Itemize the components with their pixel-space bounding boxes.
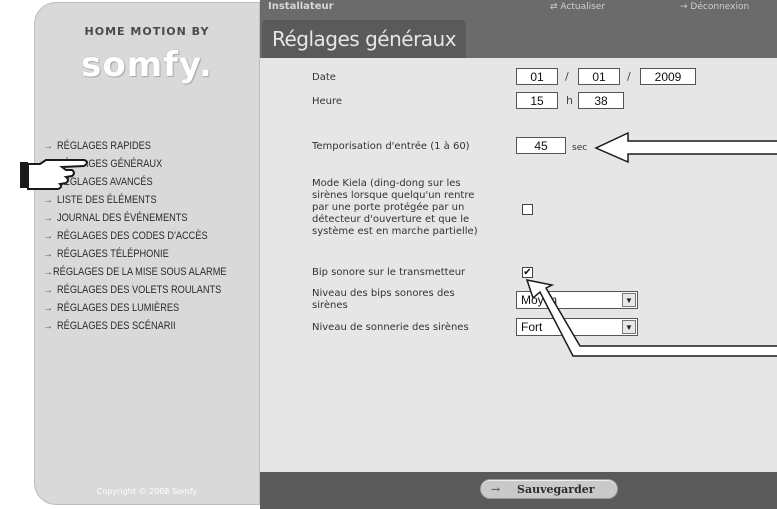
ring-level-select[interactable]: Fort ▼ — [516, 318, 638, 336]
date-label: Date — [312, 72, 336, 83]
brand-tagline: HOME MOTION BY — [84, 25, 210, 38]
menu-item-journal-evenements[interactable]: → JOURNAL DES ÉVÉNEMENTS — [43, 209, 259, 227]
arrow-right-icon: → — [43, 140, 53, 152]
menu-item-lumieres[interactable]: → RÉGLAGES DES LUMIÈRES — [43, 299, 259, 317]
menu-item-label: RÉGLAGES DES CODES D'ACCÈS — [57, 230, 208, 242]
arrow-right-icon: → — [43, 158, 53, 170]
menu-item-label: RÉGLAGES GÉNÉRAUX — [57, 158, 163, 170]
kiela-label-line: système est en marche partielle) — [312, 226, 478, 237]
menu-item-reglages-rapides[interactable]: → RÉGLAGES RAPIDES — [43, 137, 259, 155]
arrow-right-icon: → — [680, 2, 691, 12]
menu-item-scenarii[interactable]: → RÉGLAGES DES SCÉNARII — [43, 317, 259, 335]
kiela-mode-checkbox[interactable] — [522, 204, 533, 215]
menu-item-telephonie[interactable]: → RÉGLAGES TÉLÉPHONIE — [43, 245, 259, 263]
refresh-link[interactable]: ⇄ Actualiser — [550, 2, 605, 12]
entry-delay-unit: sec — [572, 143, 588, 153]
ring-level-label: Niveau de sonnerie des sirènes — [312, 322, 469, 333]
save-button-label: Sauvegarder — [517, 482, 595, 496]
bip-level-value: Moyen — [521, 293, 558, 307]
entry-delay-field[interactable]: 45 — [516, 137, 566, 154]
arrow-right-icon: → — [43, 176, 53, 188]
menu-item-label: LISTE DES ÉLÉMENTS — [57, 194, 157, 206]
bip-level-select[interactable]: Moyen ▼ — [516, 291, 638, 309]
arrow-right-icon: → — [43, 320, 53, 332]
bip-level-label-line: Niveau des bips sonores des — [312, 288, 455, 299]
footer-bar: → Sauvegarder — [260, 472, 777, 509]
date-separator: / — [627, 70, 631, 83]
arrow-right-icon: → — [43, 212, 53, 224]
save-button[interactable]: → Sauvegarder — [480, 479, 618, 499]
ring-level-value: Fort — [521, 320, 543, 334]
menu-item-codes-acces[interactable]: → RÉGLAGES DES CODES D'ACCÈS — [43, 227, 259, 245]
arrow-right-icon: → — [43, 230, 53, 242]
arrow-right-icon: → — [43, 266, 53, 278]
sidebar: HOME MOTION BY somfy. → RÉGLAGES RAPIDES… — [34, 2, 260, 505]
menu-item-reglages-avances[interactable]: → RÉGLAGES AVANCÉS — [43, 173, 259, 191]
title-bar: Réglages généraux — [260, 16, 777, 58]
time-hour-field[interactable]: 15 — [516, 92, 558, 109]
arrow-right-icon: → — [43, 248, 53, 260]
menu-item-label: RÉGLAGES AVANCÉS — [57, 176, 153, 188]
time-minute-field[interactable]: 38 — [578, 92, 624, 109]
menu-item-volets-roulants[interactable]: → RÉGLAGES DES VOLETS ROULANTS — [43, 281, 259, 299]
date-separator: / — [565, 70, 569, 83]
bip-level-label-line: sirènes — [312, 300, 348, 311]
sidebar-menu: → RÉGLAGES RAPIDES → RÉGLAGES GÉNÉRAUX →… — [43, 137, 259, 335]
kiela-label-line: par une porte protégée par un — [312, 202, 465, 213]
chevron-down-icon[interactable]: ▼ — [622, 320, 636, 334]
menu-item-label: JOURNAL DES ÉVÉNEMENTS — [57, 212, 188, 224]
menu-item-label: RÉGLAGES DES LUMIÈRES — [57, 302, 180, 314]
time-label: Heure — [312, 96, 343, 107]
checkmark-icon: ✔ — [523, 267, 532, 278]
kiela-mode-label: Mode Kiela (ding-dong sur les sirènes lo… — [312, 178, 478, 238]
refresh-icon: ⇄ — [550, 2, 561, 12]
date-year-field[interactable]: 2009 — [640, 68, 696, 85]
bip-level-label: Niveau des bips sonores des sirènes — [312, 288, 455, 312]
entry-delay-label: Temporisation d'entrée (1 à 60) — [312, 141, 470, 152]
menu-item-label: RÉGLAGES DES SCÉNARII — [57, 320, 176, 332]
somfy-logo: somfy. — [81, 45, 213, 85]
settings-form: Date 01 / 01 / 2009 Heure 15 h 38 Tempor… — [260, 58, 777, 472]
menu-item-mise-sous-alarme[interactable]: → RÉGLAGES DE LA MISE SOUS ALARME — [43, 263, 259, 281]
kiela-label-line: Mode Kiela (ding-dong sur les — [312, 178, 461, 189]
menu-item-label: RÉGLAGES TÉLÉPHONIE — [57, 248, 169, 260]
chevron-down-icon[interactable]: ▼ — [622, 293, 636, 307]
copyright: Copyright © 2008 Somfy — [96, 487, 198, 496]
bip-label: Bip sonore sur le transmetteur — [312, 267, 466, 278]
arrow-right-icon: → — [43, 302, 53, 314]
logout-label: Déconnexion — [690, 2, 750, 12]
arrow-right-icon: → — [43, 194, 53, 206]
menu-item-reglages-generaux[interactable]: → RÉGLAGES GÉNÉRAUX — [43, 155, 259, 173]
arrow-right-icon: → — [43, 284, 53, 296]
time-separator: h — [566, 94, 573, 107]
menu-item-label: RÉGLAGES DES VOLETS ROULANTS — [57, 284, 222, 296]
kiela-label-line: sirènes lorsque quelqu'un rentre — [312, 190, 475, 201]
menu-item-liste-elements[interactable]: → LISTE DES ÉLÉMENTS — [43, 191, 259, 209]
logout-link[interactable]: → Déconnexion — [680, 2, 749, 12]
menu-item-label: RÉGLAGES RAPIDES — [57, 140, 151, 152]
page-title: Réglages généraux — [262, 20, 467, 58]
user-role: Installateur — [268, 1, 334, 12]
date-month-field[interactable]: 01 — [578, 68, 620, 85]
date-day-field[interactable]: 01 — [516, 68, 558, 85]
menu-item-label: RÉGLAGES DE LA MISE SOUS ALARME — [53, 266, 227, 278]
kiela-label-line: détecteur d'ouverture et que le — [312, 214, 470, 225]
refresh-label: Actualiser — [560, 2, 606, 12]
top-bar: Installateur ⇄ Actualiser → Déconnexion — [260, 0, 777, 16]
bip-checkbox[interactable]: ✔ — [522, 267, 533, 278]
arrow-right-icon: → — [491, 482, 501, 496]
